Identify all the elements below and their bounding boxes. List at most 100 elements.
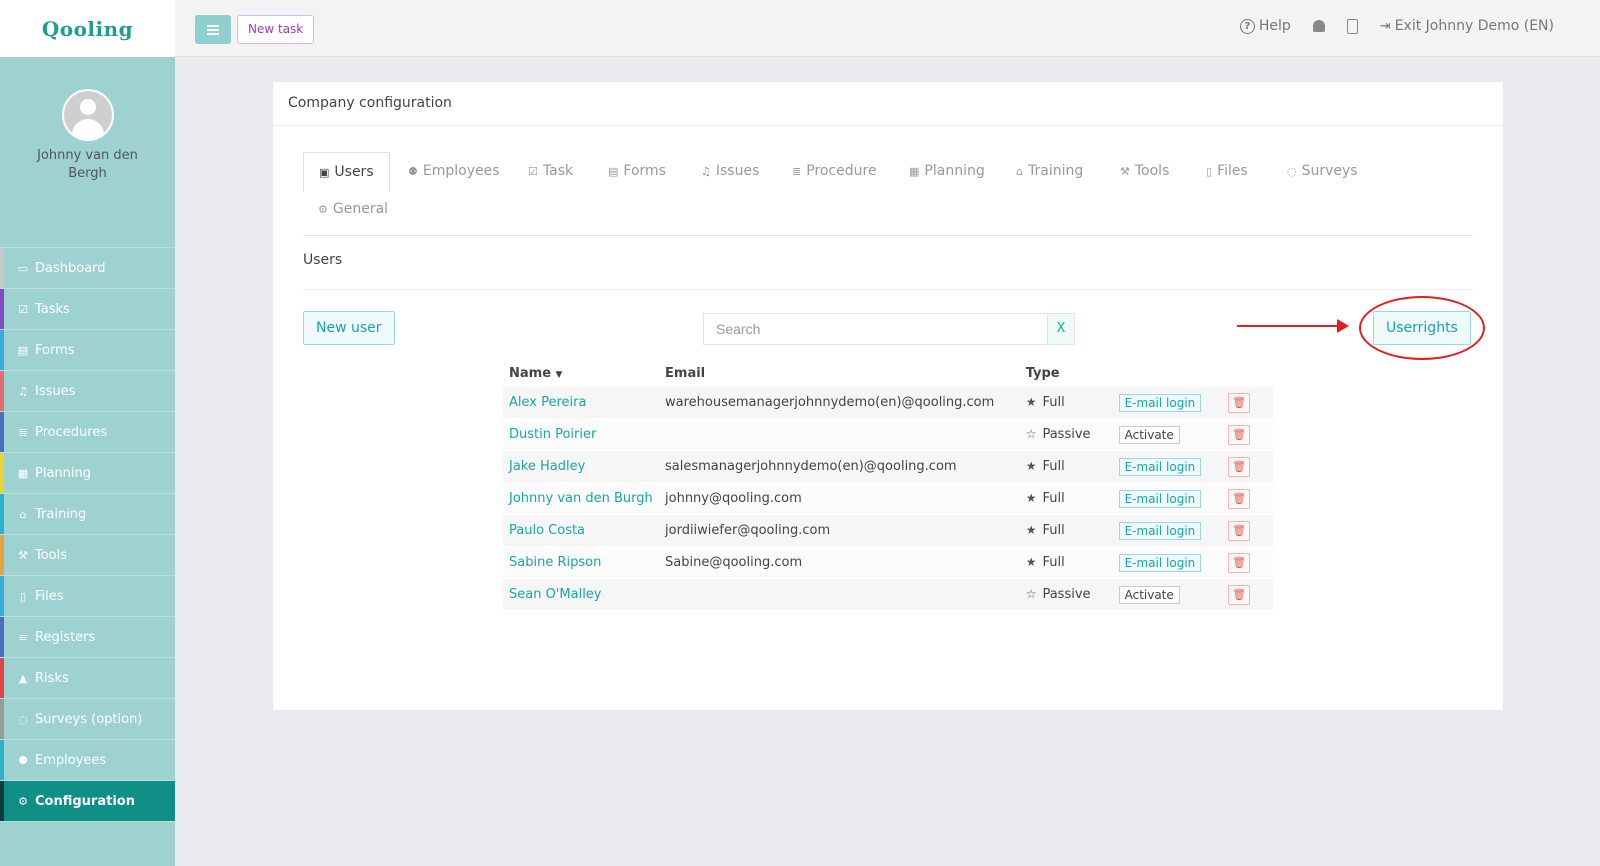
- help-link[interactable]: ? Help: [1239, 18, 1291, 34]
- sidebar-item-configuration[interactable]: ⚙ Configuration: [0, 781, 175, 822]
- new-user-button[interactable]: New user: [303, 311, 395, 345]
- users-table-body: Alex Pereira warehousemanagerjohnnydemo(e…: [503, 386, 1273, 610]
- wrench-icon: ⚒: [1120, 165, 1130, 178]
- tab-label: Procedure: [806, 163, 877, 179]
- list-icon: ≣: [18, 425, 28, 439]
- user-email-cell: jordiiwiefer@qooling.com: [659, 514, 1020, 547]
- sidebar-item-forms[interactable]: ▤ Forms: [0, 330, 175, 371]
- calendar-icon: ▦: [909, 165, 920, 178]
- sidebar-item-registers[interactable]: ≡ Registers: [0, 617, 175, 658]
- user-name-link[interactable]: Jake Hadley: [509, 459, 585, 474]
- exit-link[interactable]: ⇥ Exit Johnny Demo (EN): [1380, 18, 1554, 34]
- sidebar-item-label: Files: [35, 588, 64, 604]
- new-task-button[interactable]: New task: [237, 15, 315, 44]
- user-email-cell: johnny@qooling.com: [659, 482, 1020, 515]
- id-card-icon: ▣: [319, 166, 330, 179]
- user-email-cell: [659, 578, 1020, 610]
- bell-icon: [1312, 20, 1325, 32]
- email-login-button[interactable]: E-mail login: [1118, 457, 1202, 476]
- lines-icon: ≡: [18, 630, 28, 644]
- wrench-icon: ⚒: [18, 548, 28, 562]
- avatar[interactable]: [61, 89, 114, 141]
- config-tabs: ▣ Users ⚉ Employees ☑ Task ▤ Forms ♫ Issues ≣ Proce…: [303, 152, 1473, 236]
- delete-user-button[interactable]: 🗑: [1228, 488, 1251, 509]
- email-login-button[interactable]: E-mail login: [1118, 521, 1202, 540]
- sidebar-item-tools[interactable]: ⚒ Tools: [0, 535, 175, 576]
- delete-column-header: [1222, 360, 1273, 387]
- email-login-button[interactable]: E-mail login: [1118, 553, 1202, 572]
- tab-issues[interactable]: ♫ Issues: [686, 152, 774, 190]
- user-name-link[interactable]: Sean O'Malley: [509, 587, 602, 602]
- tab-task[interactable]: ☑ Task: [513, 152, 588, 190]
- sidebar-item-procedures[interactable]: ≣ Procedures: [0, 412, 175, 453]
- sidebar-item-surveys-option[interactable]: ◌ Surveys (option): [0, 699, 175, 740]
- sidebar-item-dashboard[interactable]: ▭ Dashboard: [0, 248, 175, 289]
- user-action-cell: E-mail login: [1112, 386, 1223, 419]
- delete-user-button[interactable]: 🗑: [1228, 584, 1251, 605]
- tab-files[interactable]: ▯ Files: [1191, 152, 1263, 190]
- sidebar-item-employees[interactable]: ⚉ Employees: [0, 740, 175, 781]
- tab-training[interactable]: ⌂ Training: [1001, 152, 1098, 190]
- notifications-button[interactable]: [1312, 20, 1325, 32]
- sidebar-item-issues[interactable]: ♫ Issues: [0, 371, 175, 412]
- users-icon: ⚉: [18, 753, 28, 767]
- sidebar-item-risks[interactable]: ▲ Risks: [0, 658, 175, 699]
- activate-button[interactable]: Activate: [1118, 425, 1180, 444]
- user-name-link[interactable]: Dustin Poirier: [509, 427, 596, 442]
- divider: [303, 289, 1473, 290]
- tab-forms[interactable]: ▤ Forms: [593, 152, 681, 190]
- sidebar-item-planning[interactable]: ▦ Planning: [0, 453, 175, 494]
- activate-button[interactable]: Activate: [1118, 585, 1180, 604]
- search-clear-button[interactable]: X: [1047, 314, 1074, 344]
- help-icon: ?: [1239, 18, 1255, 34]
- logo-area[interactable]: Qooling: [0, 0, 175, 57]
- table-row: Jake Hadley salesmanagerjohnnydemo(en)@qo…: [503, 450, 1273, 483]
- sidebar-item-files[interactable]: ▯ Files: [0, 576, 175, 617]
- user-name-link[interactable]: Paulo Costa: [509, 523, 585, 538]
- menu-toggle-button[interactable]: [195, 15, 231, 44]
- user-name-cell: Sean O'Malley: [503, 578, 660, 610]
- search-input[interactable]: [704, 314, 1047, 344]
- tab-tools[interactable]: ⚒ Tools: [1105, 152, 1184, 190]
- delete-user-button[interactable]: 🗑: [1228, 552, 1251, 573]
- user-name-cell: Sabine Ripson: [503, 546, 660, 579]
- tab-label: Users: [334, 164, 374, 180]
- email-login-button[interactable]: E-mail login: [1118, 393, 1202, 412]
- table-row: Dustin Poirier ☆ Passive Activate 🗑: [503, 418, 1273, 451]
- name-column-header[interactable]: Name ▼: [503, 360, 659, 387]
- tab-procedure[interactable]: ≣ Procedure: [777, 152, 892, 190]
- user-name-link[interactable]: Johnny van den Burgh: [509, 491, 653, 506]
- tab-users[interactable]: ▣ Users: [303, 152, 390, 192]
- delete-user-button[interactable]: 🗑: [1228, 456, 1251, 477]
- star-filled-icon: ★: [1025, 459, 1037, 473]
- user-action-cell: E-mail login: [1112, 546, 1223, 579]
- user-name-link[interactable]: Sabine Ripson: [509, 555, 601, 570]
- tab-label: Issues: [715, 163, 760, 179]
- tab-surveys[interactable]: ◌ Surveys: [1272, 152, 1373, 190]
- email-login-button[interactable]: E-mail login: [1118, 489, 1202, 508]
- sidebar-item-label: Tools: [35, 547, 68, 563]
- delete-user-button[interactable]: 🗑: [1228, 392, 1251, 413]
- top-right-actions: ? Help ⇥ Exit Johnny Demo (EN): [1239, 18, 1554, 34]
- sidebar-item-label: Registers: [35, 629, 96, 645]
- tab-general[interactable]: ⚙ General: [303, 190, 403, 228]
- user-delete-cell: 🗑: [1222, 546, 1273, 579]
- tab-employees[interactable]: ⚉ Employees: [393, 152, 515, 190]
- tab-planning[interactable]: ▦ Planning: [894, 152, 1000, 190]
- sidebar-item-training[interactable]: ⌂ Training: [0, 494, 175, 535]
- device-button[interactable]: [1346, 18, 1358, 34]
- user-name-link[interactable]: Alex Pereira: [509, 395, 586, 410]
- user-name-cell: Johnny van den Burgh: [503, 482, 660, 515]
- graduation-cap-icon: ⌂: [19, 507, 27, 521]
- sidebar-item-label: Planning: [35, 465, 91, 481]
- user-type-label: Full: [1042, 491, 1065, 506]
- delete-user-button[interactable]: 🗑: [1228, 520, 1251, 541]
- table-row: Sean O'Malley ☆ Passive Activate 🗑: [503, 578, 1273, 610]
- user-type-cell: ★ Full: [1019, 482, 1113, 515]
- user-name: Johnny van den Bergh: [37, 148, 138, 181]
- delete-user-button[interactable]: 🗑: [1228, 424, 1251, 445]
- sidebar: Johnny van den Bergh ▭ Dashboard ☑ Tasks ▤ Fo…: [0, 57, 175, 866]
- sidebar-item-tasks[interactable]: ☑ Tasks: [0, 289, 175, 330]
- sidebar-item-label: Configuration: [35, 793, 135, 809]
- sidebar-item-label: Risks: [35, 670, 69, 686]
